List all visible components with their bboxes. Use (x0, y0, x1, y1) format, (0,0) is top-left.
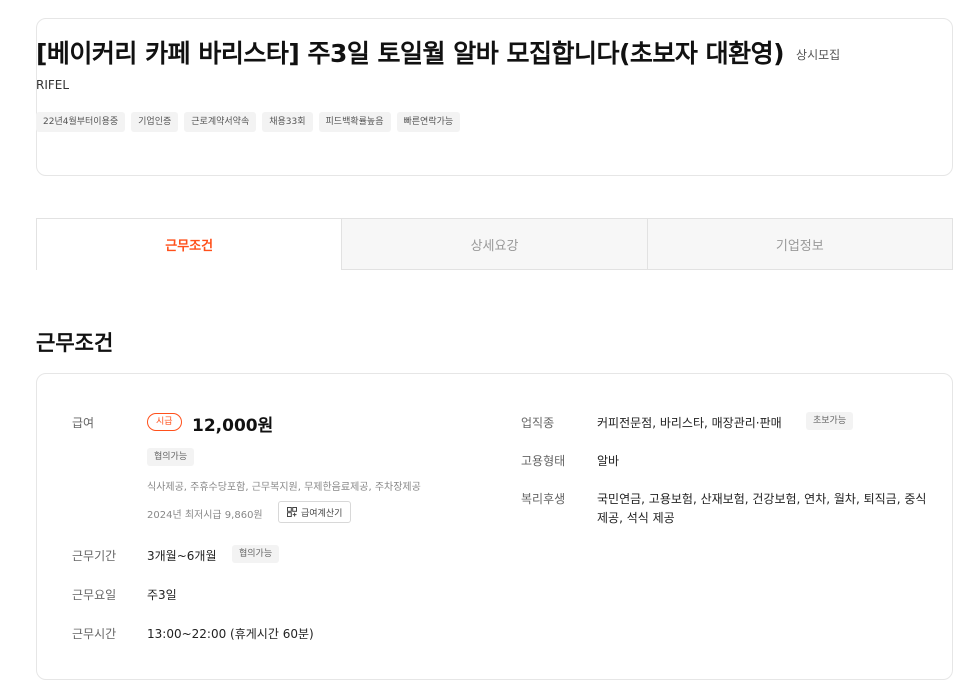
job-title: [베이커리 카페 바리스타] 주3일 토일월 알바 모집합니다(초보자 대환영) (36, 39, 785, 68)
recruit-status: 상시모집 (796, 47, 841, 62)
period-value: 3개월~6개월 (147, 549, 217, 563)
tag: 기업인증 (131, 112, 179, 132)
title-row: [베이커리 카페 바리스타] 주3일 토일월 알바 모집합니다(초보자 대환영)… (36, 34, 840, 70)
min-wage-note: 2024년 최저시급 9,860원 (147, 510, 263, 521)
pay-negotiable-badge: 협의가능 (147, 448, 195, 466)
pay-calculator-button[interactable]: 급여계산기 (278, 501, 352, 523)
tag: 빠른연락가능 (396, 112, 461, 132)
pay-amount: 12,000원 (192, 416, 274, 436)
pay-unit-badge: 시급 (147, 413, 182, 431)
job-type-value: 커피전문점, 바리스타, 매장관리·판매 (597, 416, 782, 430)
period-label: 근무기간 (72, 549, 117, 563)
tag: 피드백확률높음 (318, 112, 391, 132)
tag: 채용33회 (262, 112, 313, 132)
pay-calculator-label: 급여계산기 (301, 508, 343, 519)
job-type-label: 업직종 (521, 416, 555, 430)
days-value: 주3일 (147, 588, 177, 602)
employment-value: 알바 (597, 454, 620, 468)
employment-label: 고용형태 (521, 454, 566, 468)
pay-benefits-note: 식사제공, 주휴수당포함, 근무복지원, 무제한음료제공, 주차장제공 (147, 482, 421, 493)
beginner-ok-badge: 초보가능 (806, 412, 854, 430)
period-negotiable-badge: 협의가능 (232, 545, 280, 563)
hours-label: 근무시간 (72, 627, 117, 641)
welfare-label: 복리후생 (521, 492, 566, 506)
detail-tabs: 근무조건 상세요강 기업정보 (36, 218, 953, 270)
tab-work-conditions[interactable]: 근무조건 (36, 218, 343, 270)
tag: 22년4월부터이용중 (36, 112, 126, 132)
tab-company-info[interactable]: 기업정보 (647, 218, 953, 270)
calculator-icon (287, 507, 297, 517)
company-tags: 22년4월부터이용중 기업인증 근로계약서약속 채용33회 피드백확률높음 빠른… (36, 112, 461, 132)
company-name[interactable]: RIFEL (36, 78, 69, 92)
pay-label: 급여 (72, 416, 95, 430)
welfare-value: 국민연금, 고용보험, 산재보험, 건강보험, 연차, 월차, 퇴직금, 중식 … (597, 492, 927, 525)
days-label: 근무요일 (72, 588, 117, 602)
tag: 근로계약서약속 (184, 112, 257, 132)
section-title: 근무조건 (36, 331, 114, 355)
tab-details[interactable]: 상세요강 (342, 218, 648, 270)
hours-value: 13:00~22:00 (휴게시간 60분) (147, 627, 314, 641)
